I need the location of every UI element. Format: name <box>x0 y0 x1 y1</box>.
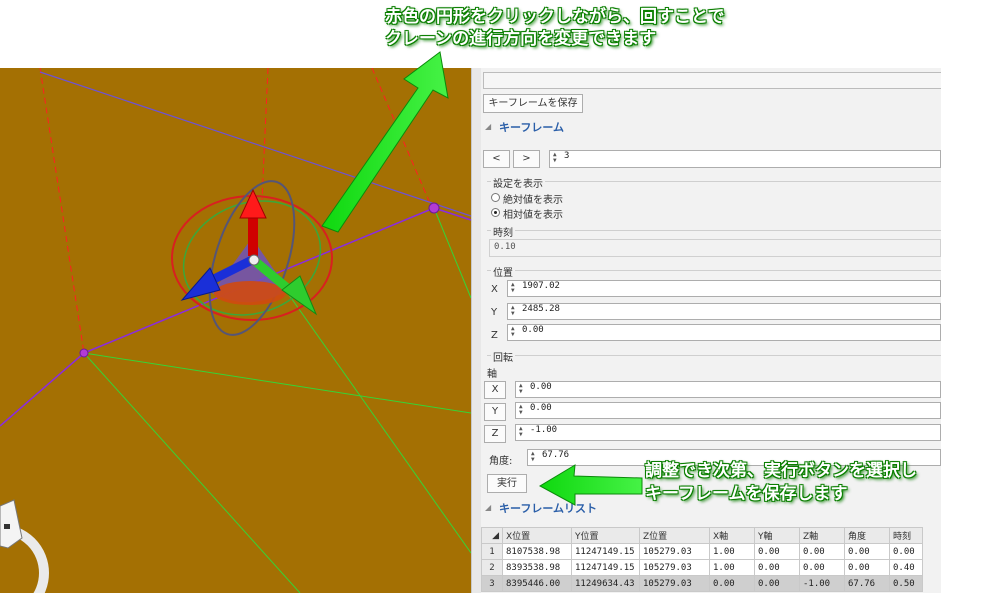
rotation-y-button[interactable]: Y <box>484 403 506 421</box>
window-right-margin <box>941 68 1000 593</box>
path-node-1[interactable] <box>79 348 89 358</box>
table-header-row: ◢ X位置 Y位置 Z位置 X軸 Y軸 Z軸 角度 時刻 <box>481 527 923 544</box>
display-settings-group <box>487 181 947 182</box>
next-keyframe-button[interactable]: > <box>513 150 540 168</box>
ground-line-4 <box>433 207 471 299</box>
position-x-stepper[interactable]: ▲ ▼ 1907.02 <box>507 280 941 297</box>
rotation-x-stepper[interactable]: ▲ ▼ 0.00 <box>515 381 941 398</box>
y-axis-arrow-red[interactable] <box>239 188 267 219</box>
column-header[interactable]: Y軸 <box>754 527 800 544</box>
collapse-triangle-icon[interactable]: ◢ <box>485 122 491 131</box>
column-header[interactable]: Y位置 <box>571 527 640 544</box>
column-header[interactable]: 時刻 <box>889 527 923 544</box>
absolute-radio[interactable] <box>491 193 500 202</box>
save-keyframe-button[interactable]: キーフレームを保存 <box>483 94 583 113</box>
3d-viewport[interactable] <box>0 68 471 593</box>
position-group <box>487 270 947 271</box>
table-row-selected[interactable]: 3 8395446.00 11249634.43 105279.03 0.00 … <box>481 575 923 592</box>
keyframe-list-section-title: キーフレームリスト <box>499 502 598 515</box>
position-y-stepper[interactable]: ▲ ▼ 2485.28 <box>507 303 941 320</box>
position-x-label: X <box>491 284 498 295</box>
y-axis-shaft <box>248 216 258 256</box>
prev-keyframe-button[interactable]: < <box>483 150 510 168</box>
spinner-icon[interactable]: ▲ ▼ <box>519 404 525 416</box>
annotation-bottom-line2: キーフレームを保存します <box>645 484 848 504</box>
relative-radio[interactable] <box>491 208 500 217</box>
transform-gizmo[interactable] <box>167 171 336 345</box>
angle-label: 角度: <box>489 456 513 467</box>
spinner-icon[interactable]: ▲ ▼ <box>519 383 525 395</box>
guide-line-red-3 <box>371 68 433 209</box>
keyframe-index-stepper[interactable]: ▲ ▼ 3 <box>549 150 941 168</box>
path-line-left <box>0 352 85 427</box>
display-settings-title: 設定を表示 <box>491 175 545 190</box>
column-header[interactable]: X軸 <box>709 527 755 544</box>
column-header[interactable]: Z位置 <box>639 527 710 544</box>
spinner-icon[interactable]: ▲ ▼ <box>511 282 517 294</box>
axis-label: 軸 <box>487 369 497 380</box>
top-input-bar[interactable] <box>483 72 943 89</box>
column-header[interactable]: X位置 <box>502 527 572 544</box>
rotation-z-button[interactable]: Z <box>484 425 506 443</box>
guide-line-red-2 <box>261 68 269 201</box>
rotation-group <box>487 355 947 356</box>
rotation-title: 回転 <box>491 349 515 364</box>
spinner-icon[interactable]: ▲ ▼ <box>519 426 525 438</box>
position-y-label: Y <box>491 307 498 318</box>
guide-line-red-1 <box>39 68 85 354</box>
relative-radio-label: 相対値を表示 <box>503 210 563 221</box>
gizmo-cone-base <box>214 281 286 305</box>
time-title: 時刻 <box>491 224 515 239</box>
path-node-2[interactable] <box>428 202 440 214</box>
ground-line-2 <box>83 352 301 593</box>
crane-object-detail <box>4 524 10 529</box>
keyframe-table[interactable]: ◢ X位置 Y位置 Z位置 X軸 Y軸 Z軸 角度 時刻 1 8107538.9… <box>481 527 923 592</box>
rotation-z-stepper[interactable]: ▲ ▼ -1.00 <box>515 424 941 441</box>
collapse-triangle-icon[interactable]: ◢ <box>485 503 491 512</box>
position-z-label: Z <box>491 330 498 341</box>
absolute-radio-label: 絶対値を表示 <box>503 195 563 206</box>
spinner-icon[interactable]: ▲ ▼ <box>553 152 559 164</box>
table-row[interactable]: 1 8107538.98 11247149.15 105279.03 1.00 … <box>481 543 923 560</box>
spinner-icon[interactable]: ▲ ▼ <box>511 326 517 338</box>
crane-object[interactable] <box>0 499 23 549</box>
annotation-top-line1: 赤色の円形をクリックしながら、回すことで <box>385 7 725 27</box>
annotation-bottom-line1: 調整でき次第、実行ボタンを選択し <box>645 461 917 481</box>
time-group <box>487 230 947 231</box>
time-field[interactable]: 0.10 <box>489 239 941 257</box>
rotation-y-stepper[interactable]: ▲ ▼ 0.00 <box>515 402 941 419</box>
position-title: 位置 <box>491 264 515 279</box>
column-header[interactable]: Z軸 <box>799 527 845 544</box>
table-row[interactable]: 2 8393538.98 11247149.15 105279.03 1.00 … <box>481 559 923 576</box>
property-panel: キーフレームを保存 ◢ キーフレーム < > ▲ ▼ 3 設定を表示 絶対値を表示… <box>481 68 1000 593</box>
execute-button[interactable]: 実行 <box>487 474 527 493</box>
rotation-x-button[interactable]: X <box>484 381 506 399</box>
spinner-icon[interactable]: ▲ ▼ <box>531 451 537 463</box>
table-corner[interactable]: ◢ <box>481 527 503 544</box>
gizmo-center[interactable] <box>248 254 260 266</box>
annotation-top-line2: クレーンの進行方向を変更できます <box>385 29 657 49</box>
position-z-stepper[interactable]: ▲ ▼ 0.00 <box>507 324 941 341</box>
spinner-icon[interactable]: ▲ ▼ <box>511 305 517 317</box>
ground-line-1 <box>83 352 471 414</box>
keyframe-section-title: キーフレーム <box>499 121 565 134</box>
scene-canvas[interactable] <box>0 68 471 593</box>
column-header[interactable]: 角度 <box>844 527 890 544</box>
ground-line-3 <box>269 267 471 554</box>
